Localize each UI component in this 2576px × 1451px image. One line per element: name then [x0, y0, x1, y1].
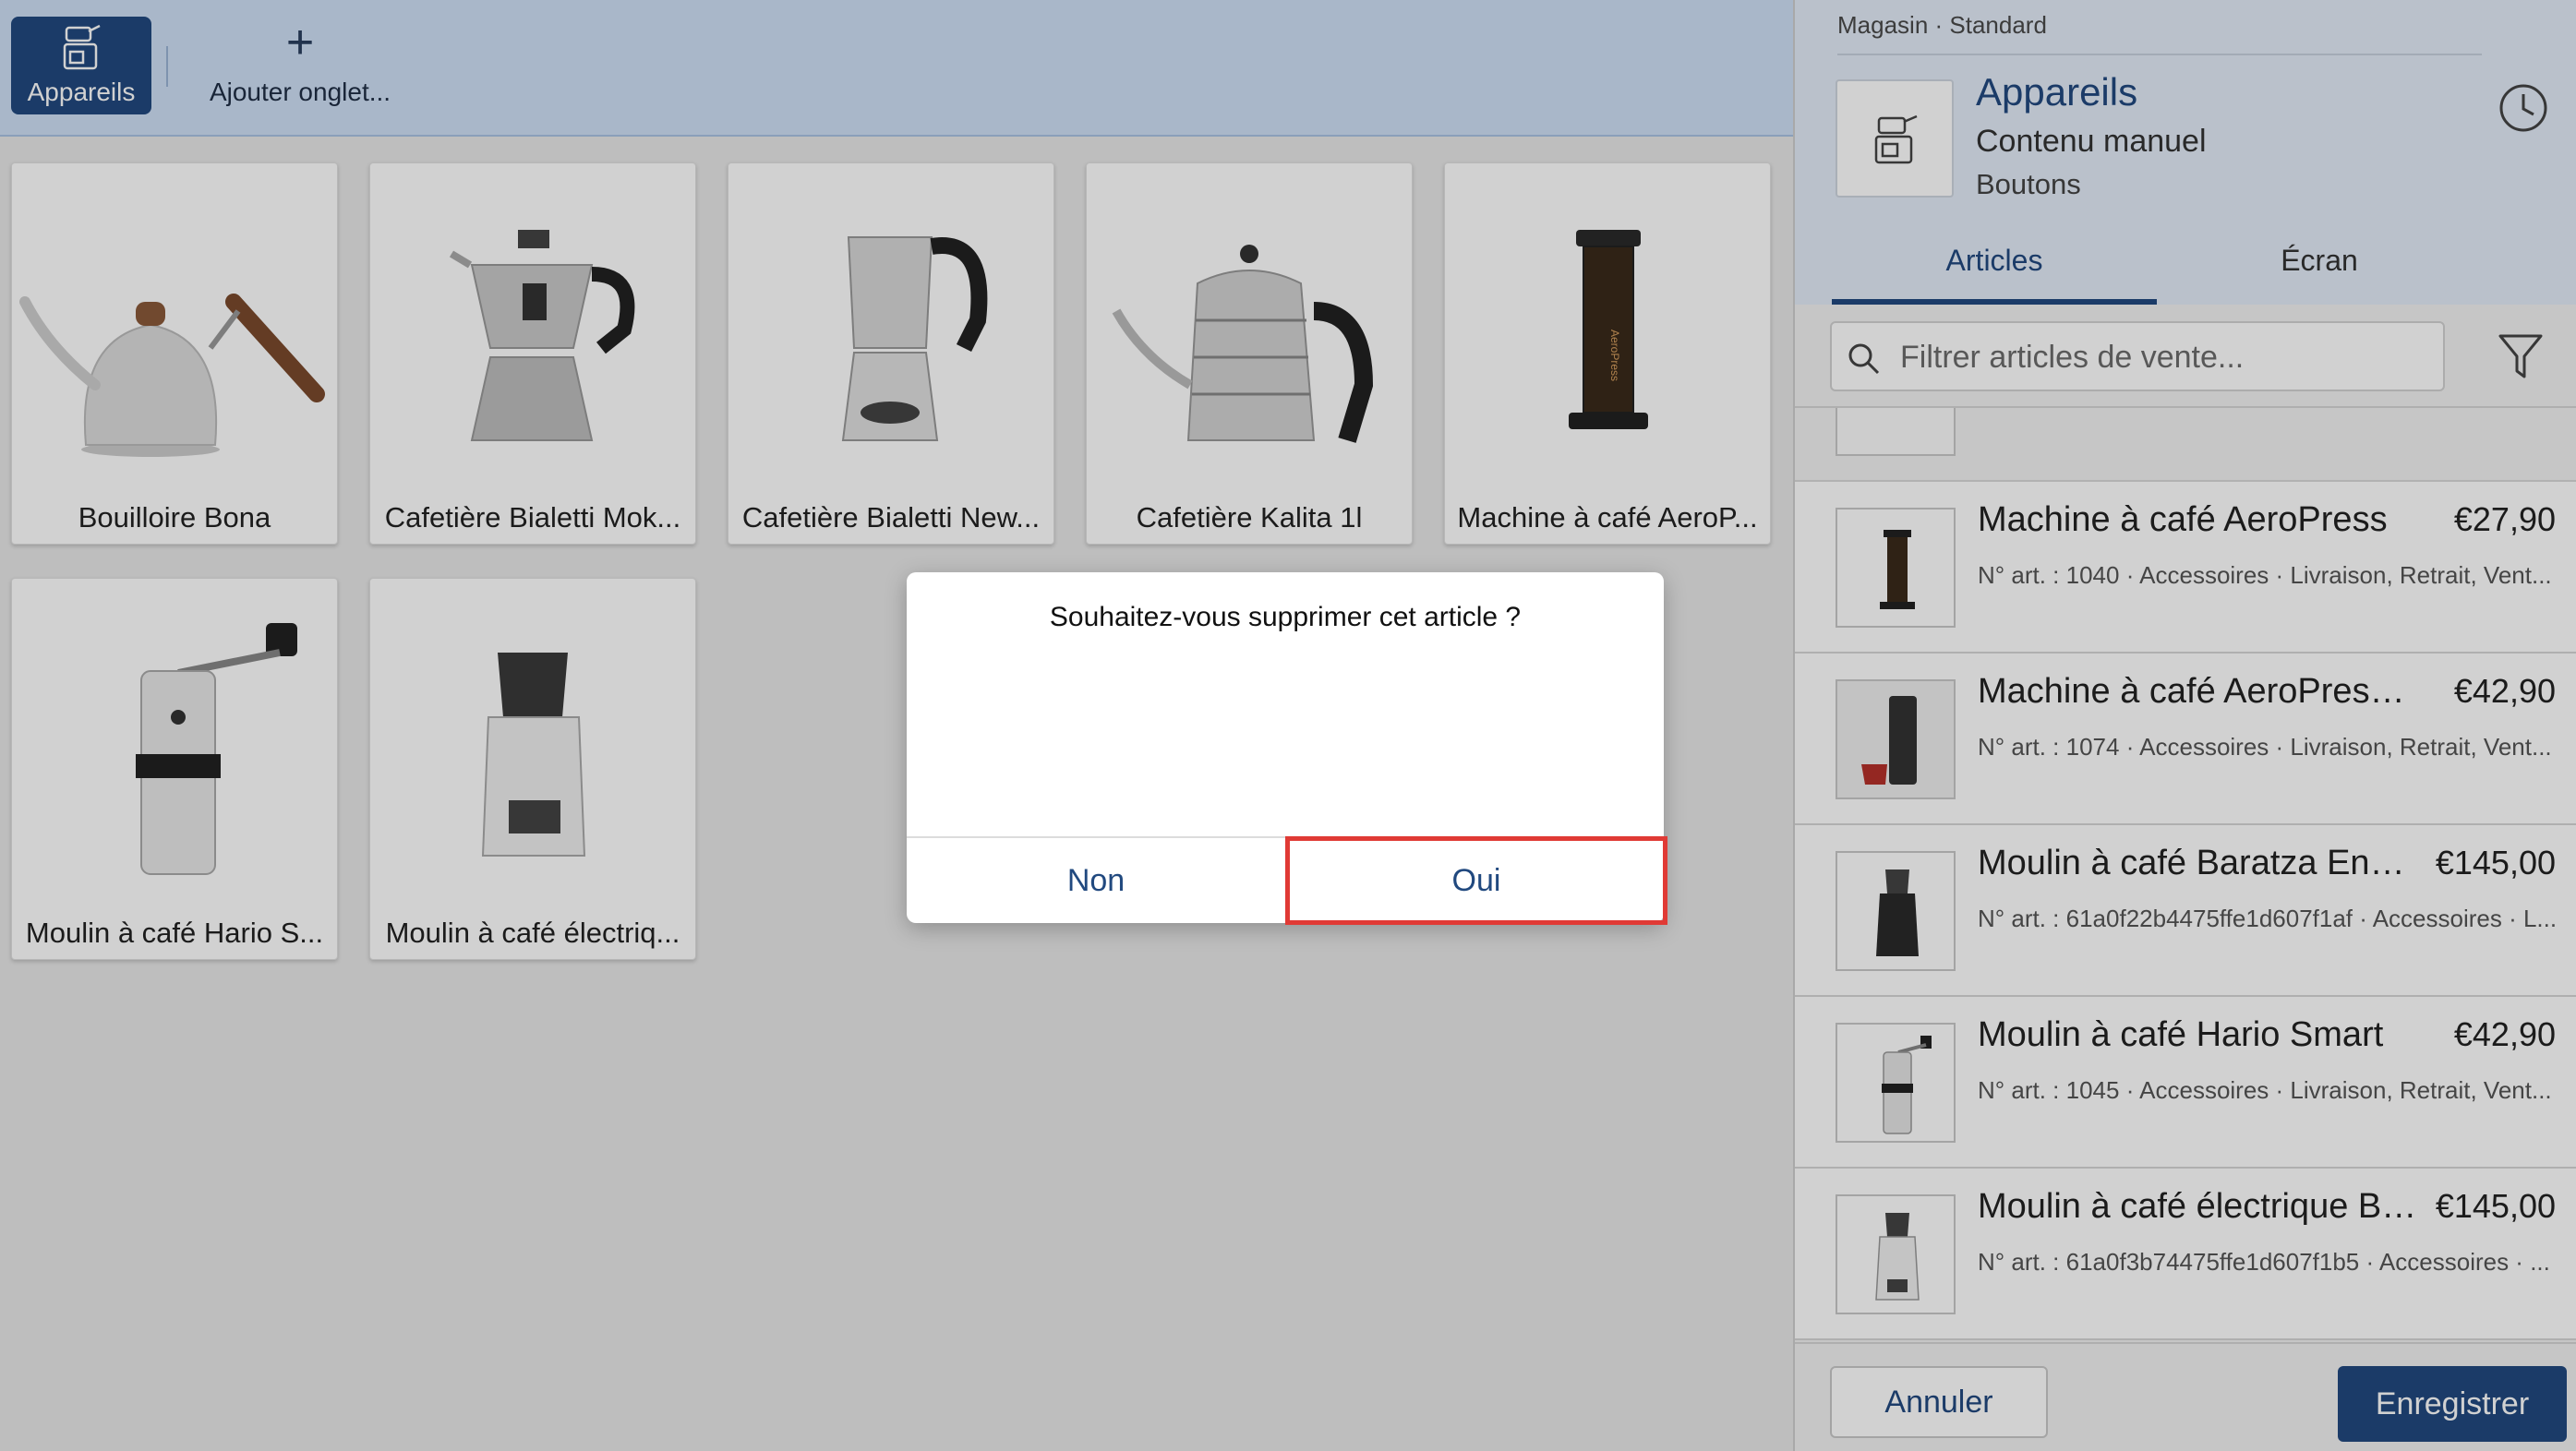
dialog-message: Souhaitez-vous supprimer cet article ?: [1049, 602, 1522, 632]
yes-button[interactable]: Oui: [1285, 836, 1667, 925]
delete-confirm-dialog: Souhaitez-vous supprimer cet article ? N…: [907, 572, 1667, 925]
no-button[interactable]: Non: [907, 838, 1285, 923]
